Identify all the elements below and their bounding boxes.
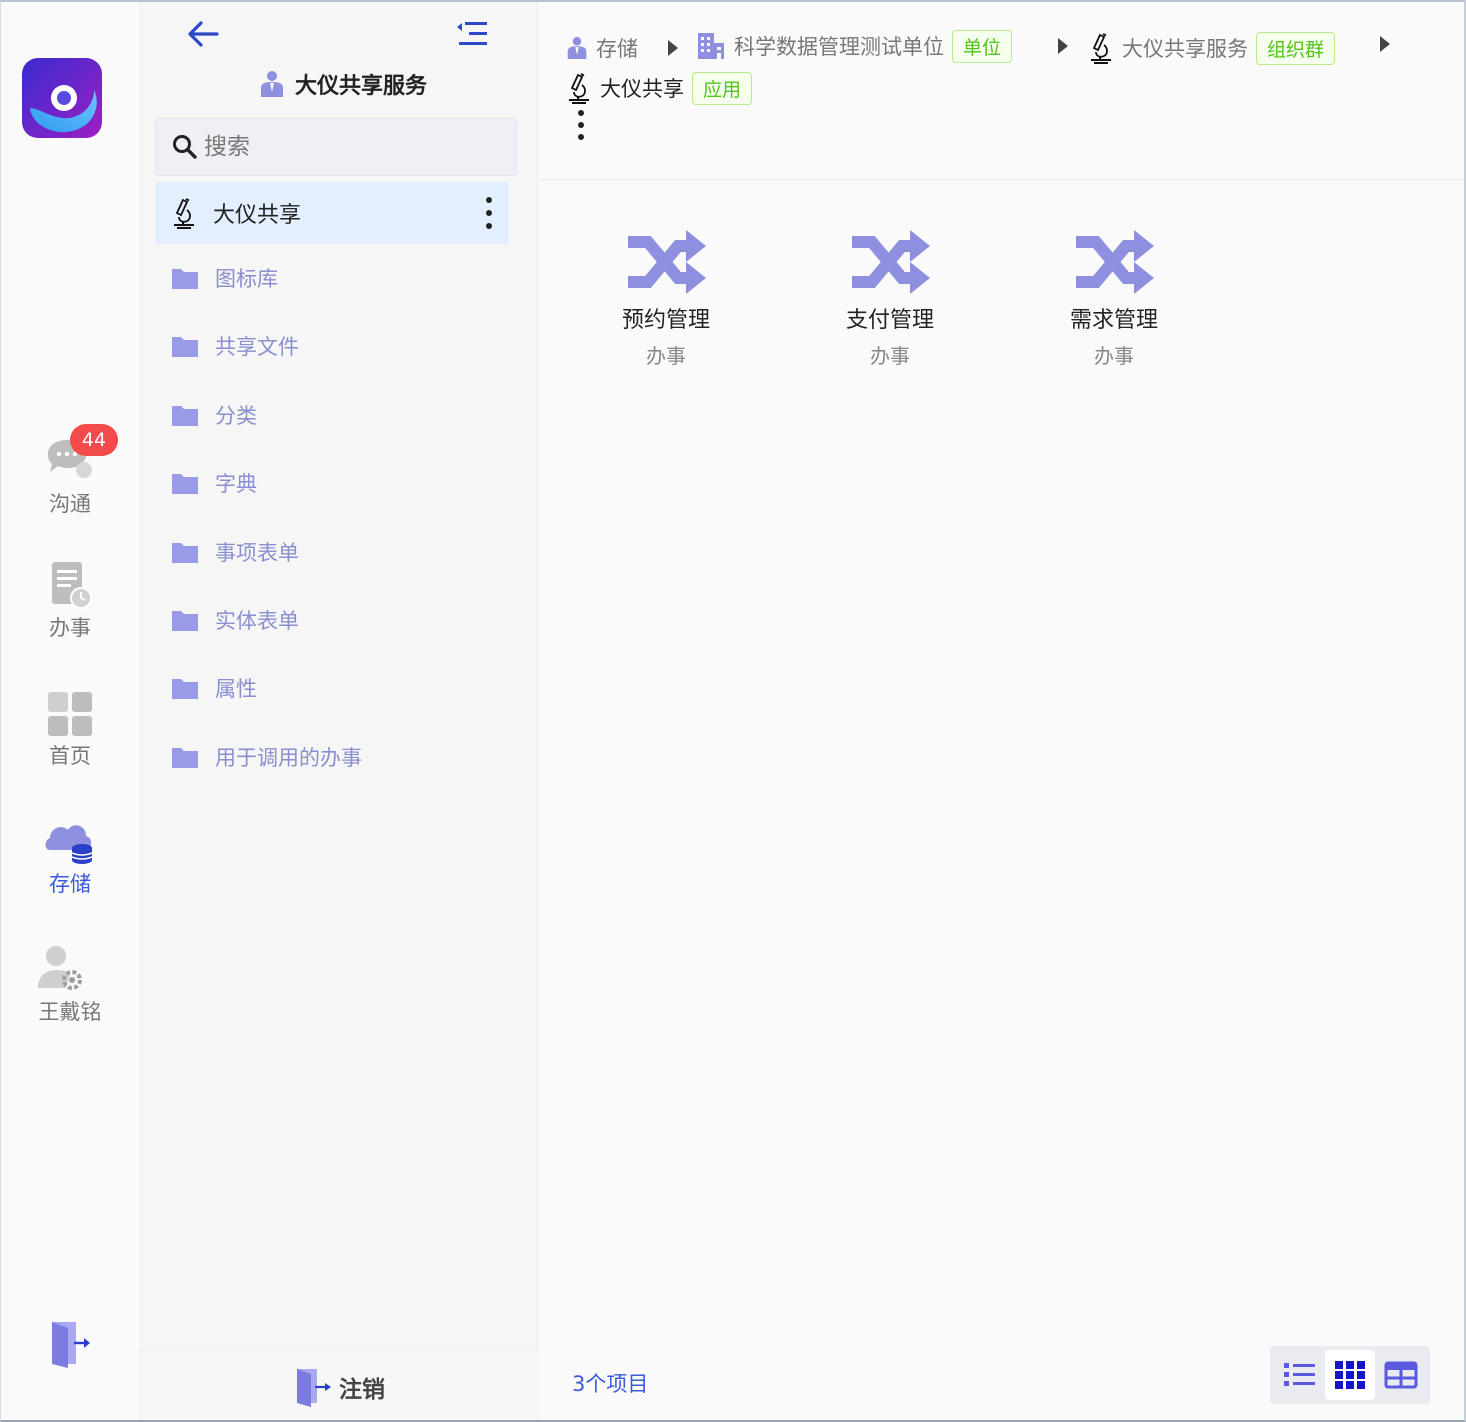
rail-label-storage: 存储	[49, 872, 91, 896]
tile-name: 预约管理	[621, 308, 710, 333]
breadcrumb-item-org-group[interactable]: 大仪共享服务 组织群	[1088, 28, 1336, 68]
more-vertical-icon[interactable]	[483, 194, 495, 232]
rail-label-user: 王戴铭	[38, 1000, 102, 1024]
folder-label: 共享文件	[215, 335, 299, 359]
left-rail: 44 沟通 办事 首页 存储 王戴铭	[0, 0, 140, 1422]
table-view-icon[interactable]	[1376, 1350, 1426, 1400]
breadcrumb-separator-icon	[1380, 36, 1390, 52]
folder-label: 实体表单	[215, 609, 299, 633]
breadcrumb-label: 存储	[596, 37, 638, 61]
panel-title-text: 大仪共享服务	[295, 74, 428, 99]
tile-name: 支付管理	[845, 308, 934, 333]
breadcrumb-separator-icon	[1058, 38, 1068, 54]
breadcrumb-item-unit[interactable]: 科学数据管理测试单位 单位	[696, 26, 1013, 66]
rail-item-work[interactable]: 办事	[0, 560, 140, 660]
tree-root-label: 大仪共享	[213, 203, 302, 228]
folder-label: 分类	[215, 404, 257, 428]
grid-view-icon[interactable]	[1325, 1350, 1375, 1400]
tile-type: 办事	[646, 344, 686, 368]
logout-icon	[297, 1368, 331, 1407]
folder-icon	[172, 337, 198, 357]
folder-icon	[172, 406, 198, 426]
folder-label: 事项表单	[215, 541, 299, 565]
folder-item[interactable]: 图标库	[171, 256, 511, 300]
breadcrumb-item-storage[interactable]: 存储	[566, 28, 638, 68]
breadcrumb-item-app[interactable]: 大仪共享 应用	[566, 68, 753, 108]
breadcrumb: 存储 科学数据管理测试单位 单位 大仪共享服务 组织群 大仪共享 应用	[538, 0, 1464, 180]
folder-icon	[172, 748, 198, 768]
app-logo	[22, 58, 102, 138]
microscope-icon	[174, 198, 194, 229]
rail-item-user[interactable]: 王戴铭	[0, 944, 140, 1044]
folder-icon	[172, 679, 198, 699]
rail-item-home[interactable]: 首页	[0, 688, 140, 788]
tree-item-root[interactable]: 大仪共享	[155, 182, 509, 244]
org-person-icon	[261, 71, 283, 97]
org-person-icon	[567, 37, 587, 59]
folder-icon	[172, 474, 198, 494]
task-document-icon	[52, 562, 92, 609]
folder-icon	[172, 543, 198, 563]
work-item-tile[interactable]: 需求管理 办事	[1024, 226, 1204, 376]
folder-icon	[172, 269, 198, 289]
search-input[interactable]	[204, 134, 504, 160]
cloud-storage-icon	[45, 825, 93, 864]
rail-item-storage[interactable]: 存储	[0, 816, 140, 916]
rail-label-home: 首页	[49, 744, 91, 768]
building-icon	[698, 33, 724, 59]
microscope-icon	[569, 73, 589, 104]
more-vertical-icon[interactable]	[576, 108, 586, 142]
tile-type: 办事	[1094, 344, 1134, 368]
folder-item[interactable]: 属性	[171, 666, 511, 710]
folder-label: 用于调用的办事	[215, 746, 362, 770]
rail-label-work: 办事	[49, 616, 91, 640]
folder-item[interactable]: 用于调用的办事	[171, 735, 511, 779]
exit-icon[interactable]	[48, 1318, 94, 1368]
folder-item[interactable]: 事项表单	[171, 530, 511, 574]
breadcrumb-label: 科学数据管理测试单位	[734, 35, 944, 59]
navigation-panel: 大仪共享服务 大仪共享 图标库 共享文件 分类 字典	[140, 0, 539, 1422]
search-icon	[173, 135, 197, 159]
view-mode-switch	[1270, 1346, 1430, 1404]
panel-title: 大仪共享服务	[259, 64, 427, 104]
unread-badge: 44	[70, 424, 118, 456]
breadcrumb-label: 大仪共享	[600, 77, 684, 101]
folder-item[interactable]: 字典	[171, 461, 511, 505]
shuffle-icon	[852, 230, 930, 294]
logout-label: 注销	[339, 1376, 385, 1403]
type-tag: 单位	[952, 29, 1013, 63]
rail-label-chat: 沟通	[49, 492, 91, 516]
user-settings-icon	[38, 946, 82, 990]
rail-item-chat[interactable]: 44 沟通	[0, 424, 140, 536]
folder-item[interactable]: 分类	[171, 393, 511, 437]
work-item-tile[interactable]: 支付管理 办事	[800, 226, 980, 376]
breadcrumb-separator-icon	[668, 40, 678, 56]
type-tag: 组织群	[1256, 31, 1336, 65]
tile-type: 办事	[870, 344, 910, 368]
work-item-tile[interactable]: 预约管理 办事	[576, 226, 756, 376]
type-tag: 应用	[692, 71, 753, 105]
shuffle-icon	[628, 230, 706, 294]
collapse-menu-icon[interactable]	[455, 18, 491, 50]
search-box[interactable]	[155, 118, 517, 176]
main-content: 存储 科学数据管理测试单位 单位 大仪共享服务 组织群 大仪共享 应用 预约管理…	[538, 0, 1464, 1422]
folder-label: 图标库	[215, 267, 278, 291]
folder-label: 属性	[215, 677, 257, 701]
grid-home-icon	[48, 692, 92, 736]
folder-icon	[172, 611, 198, 631]
breadcrumb-label: 大仪共享服务	[1122, 37, 1248, 61]
folder-item[interactable]: 共享文件	[171, 324, 511, 368]
shuffle-icon	[1076, 230, 1154, 294]
logout-button[interactable]: 注销	[141, 1350, 539, 1422]
back-arrow-icon[interactable]	[185, 18, 221, 50]
microscope-icon	[1091, 33, 1111, 64]
item-count: 3个项目	[572, 1372, 649, 1396]
folder-item[interactable]: 实体表单	[171, 598, 511, 642]
folder-label: 字典	[215, 472, 257, 496]
tile-name: 需求管理	[1069, 308, 1158, 333]
list-view-icon[interactable]	[1274, 1350, 1324, 1400]
